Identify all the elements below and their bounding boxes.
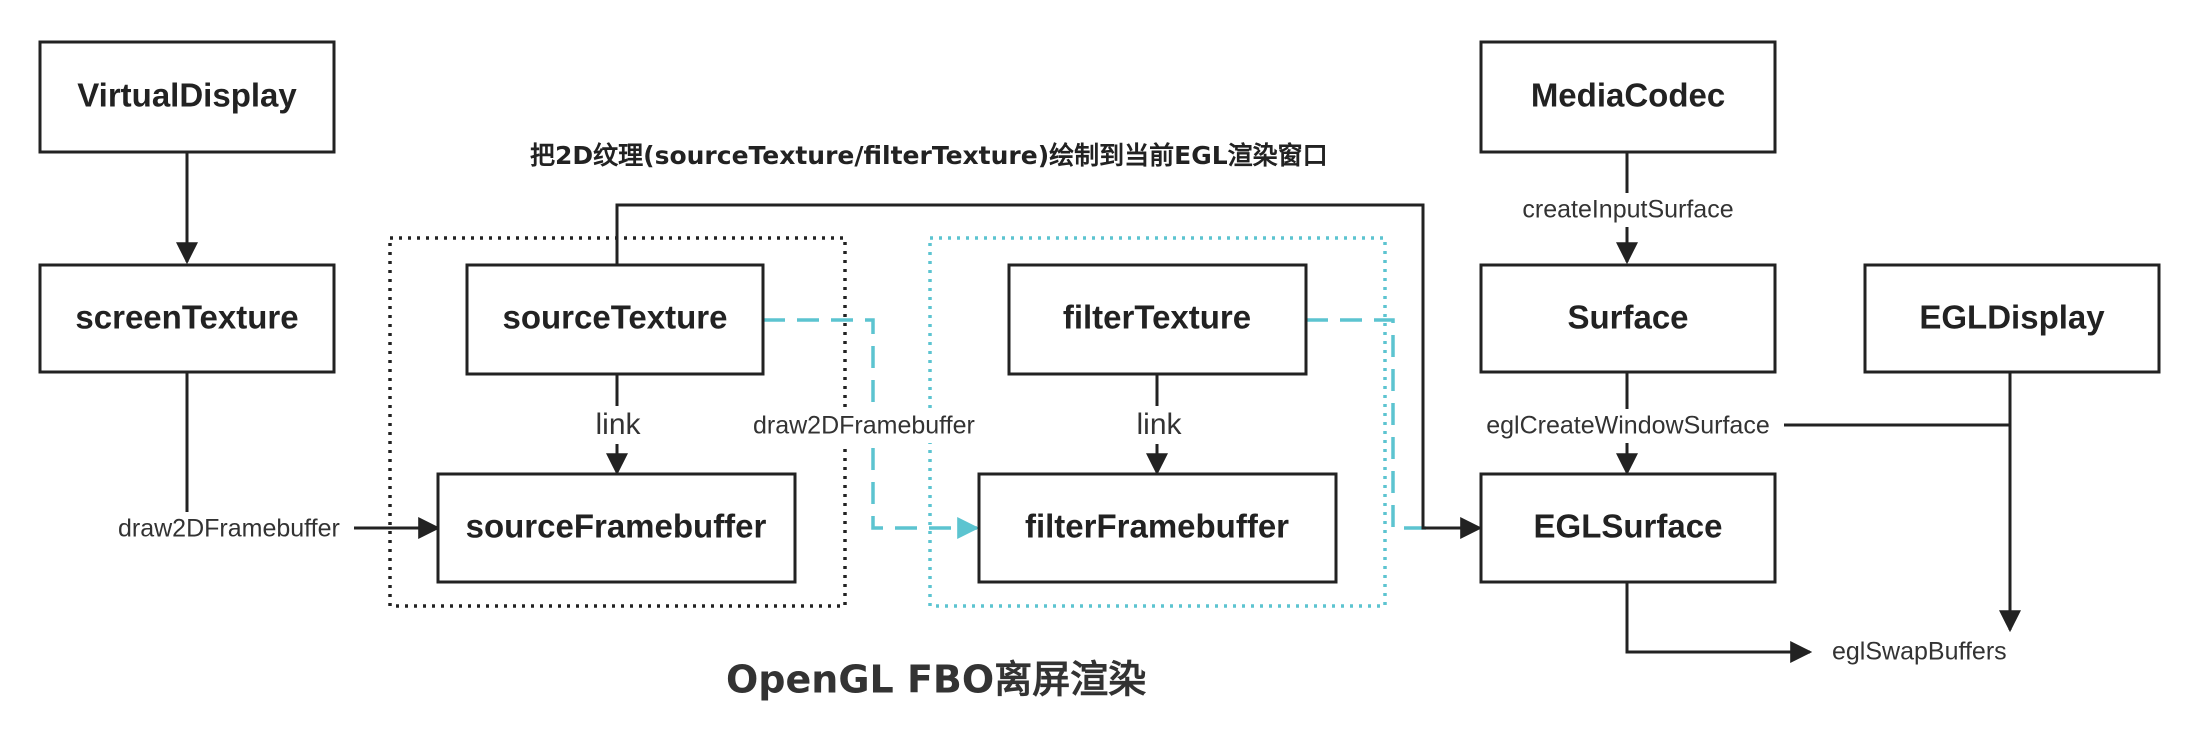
node-source-texture: sourceTexture [465, 263, 765, 376]
edge-label-eglcreatewindowsurface: eglCreateWindowSurface [1486, 412, 1769, 440]
node-virtual-display: VirtualDisplay [38, 40, 336, 154]
node-filter-framebuffer: filterFramebuffer [977, 472, 1338, 584]
node-source-texture-label: sourceTexture [503, 299, 728, 336]
node-media-codec-label: MediaCodec [1531, 77, 1725, 114]
footer-title: OpenGL FBO离屏渲染 [726, 658, 1146, 702]
node-screen-texture: screenTexture [38, 263, 336, 374]
edge-eglsurface-eglswapbuffers [1625, 582, 1813, 663]
node-filter-framebuffer-label: filterFramebuffer [1025, 508, 1289, 545]
edge-label-link-filter: link [1136, 408, 1182, 441]
node-virtual-display-label: VirtualDisplay [77, 77, 297, 114]
edge-label-draw2dframebuffer-left: draw2DFramebuffer [118, 515, 340, 543]
node-filter-texture: filterTexture [1007, 263, 1308, 376]
edge-screentexture-sourceframebuffer [185, 372, 441, 539]
node-filter-texture-label: filterTexture [1063, 299, 1251, 336]
edge-label-createinputsurface: createInputSurface [1522, 196, 1733, 224]
node-media-codec: MediaCodec [1479, 40, 1777, 154]
edge-label-draw2dframebuffer-mid: draw2DFramebuffer [753, 412, 975, 440]
node-egl-display: EGLDisplay [1863, 263, 2161, 374]
node-egl-display-label: EGLDisplay [1919, 299, 2105, 336]
node-source-framebuffer-label: sourceFramebuffer [466, 508, 767, 545]
node-egl-surface: EGLSurface [1479, 472, 1777, 584]
edge-label-eglswapbuffers: eglSwapBuffers [1832, 638, 2007, 666]
flow-diagram: VirtualDisplay screenTexture sourceTextu… [38, 40, 2161, 702]
edge-label-link-source: link [595, 408, 641, 441]
node-source-framebuffer: sourceFramebuffer [436, 472, 797, 584]
node-surface: Surface [1479, 263, 1777, 374]
node-egl-surface-label: EGLSurface [1534, 508, 1723, 545]
top-note: 把2D纹理(sourceTexture/filterTexture)绘制到当前E… [530, 141, 1328, 170]
edge-egldisplay-eglsurface [1783, 372, 2012, 427]
node-surface-label: Surface [1567, 299, 1688, 336]
node-screen-texture-label: screenTexture [75, 299, 298, 336]
